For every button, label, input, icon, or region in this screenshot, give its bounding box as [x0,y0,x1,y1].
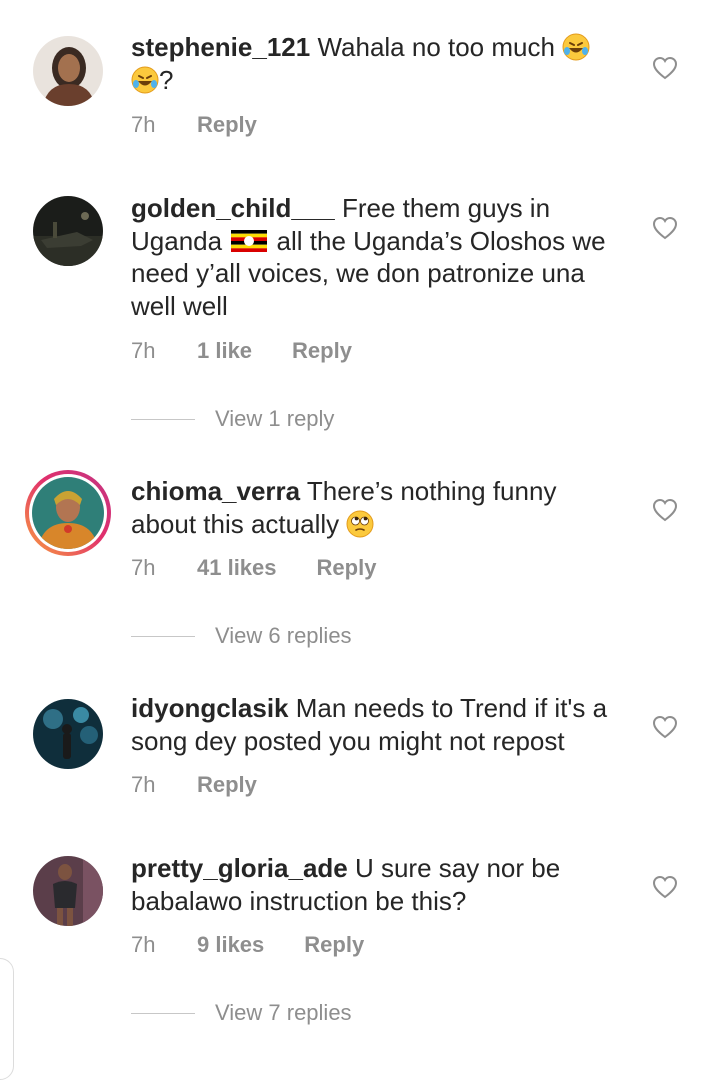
likes-count[interactable]: 1 like [197,338,252,364]
comment-timestamp: 7h [131,338,156,363]
avatar-photo [32,477,104,549]
rolling-on-floor-laughing-emoji-icon [562,33,590,61]
rolling-on-floor-laughing-emoji-icon [131,66,159,94]
comment-meta: 7h 41 likes Reply [131,555,376,581]
like-heart-icon[interactable] [652,56,678,80]
avatar-photo [33,36,103,106]
avatar-photo [33,699,103,769]
avatar[interactable] [33,856,103,926]
comment-meta: 7h Reply [131,112,257,138]
avatar[interactable] [33,196,103,266]
divider-line [131,1012,195,1014]
comment-text: stephenie_121 Wahala no too much ? [131,31,621,96]
comment-username[interactable]: idyongclasik [131,693,289,723]
divider-line [131,418,195,420]
reply-button[interactable]: Reply [197,772,257,798]
avatar[interactable] [33,699,103,769]
avatar[interactable] [33,36,103,106]
comment-username[interactable]: stephenie_121 [131,32,310,62]
reply-button[interactable]: Reply [304,932,364,958]
comment-text: chioma_verra There’s nothing funny about… [131,476,557,539]
like-heart-icon[interactable] [652,715,678,739]
like-heart-icon[interactable] [652,216,678,240]
avatar-photo [33,196,103,266]
comment-username[interactable]: pretty_gloria_ade [131,853,348,883]
comment-text: idyongclasik Man needs to Trend if it's … [131,693,608,756]
comment-timestamp: 7h [131,112,156,137]
comment-username[interactable]: golden_child___ [131,193,335,223]
comment-meta: 7h 9 likes Reply [131,932,364,958]
edge-panel-handle[interactable] [0,958,14,1080]
view-replies-button[interactable]: View 6 replies [131,623,352,649]
view-replies-button[interactable]: View 1 reply [131,406,334,432]
view-replies-button[interactable]: View 7 replies [131,1000,352,1026]
comment-timestamp: 7h [131,932,156,957]
comment-text: golden_child___ Free them guys in Uganda… [131,193,606,321]
uganda-flag-emoji-icon [231,229,268,252]
likes-count[interactable]: 9 likes [197,932,264,958]
like-heart-icon[interactable] [652,875,678,899]
avatar-story-ring[interactable] [25,470,111,556]
like-heart-icon[interactable] [652,498,678,522]
comment-meta: 7h Reply [131,772,257,798]
comment-text: pretty_gloria_ade U sure say nor be baba… [131,853,561,916]
divider-line [131,635,195,637]
comment-timestamp: 7h [131,555,156,580]
avatar-photo [33,856,103,926]
comment-meta: 7h 1 like Reply [131,338,352,364]
comment-username[interactable]: chioma_verra [131,476,300,506]
reply-button[interactable]: Reply [292,338,352,364]
reply-button[interactable]: Reply [197,112,257,138]
likes-count[interactable]: 41 likes [197,555,277,581]
comment-timestamp: 7h [131,772,156,797]
face-with-rolling-eyes-emoji-icon [346,510,374,538]
reply-button[interactable]: Reply [317,555,377,581]
